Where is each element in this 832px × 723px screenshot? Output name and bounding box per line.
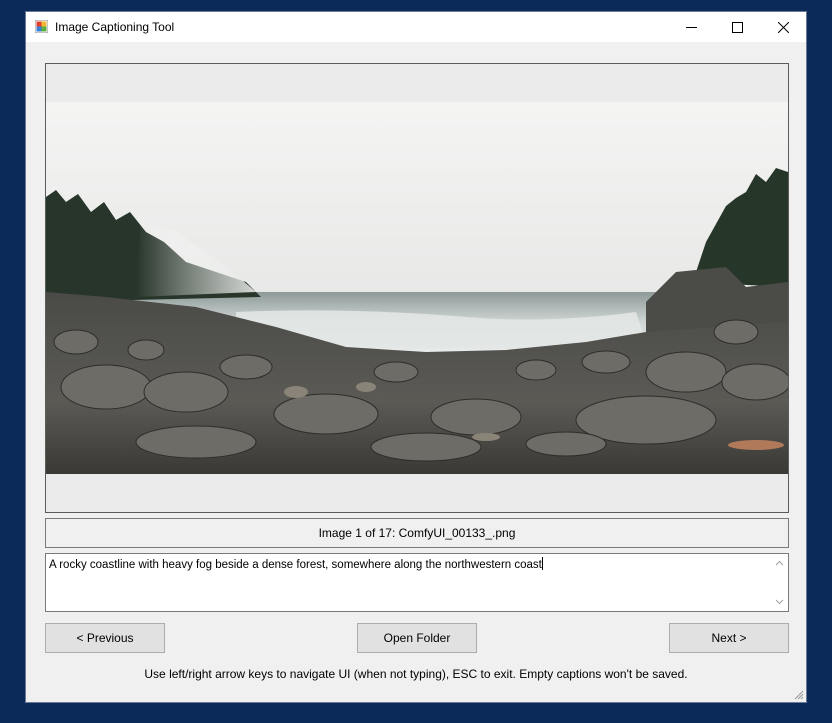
minimize-icon bbox=[685, 26, 697, 28]
scroll-up-icon[interactable] bbox=[775, 559, 784, 568]
open-folder-button[interactable]: Open Folder bbox=[357, 623, 477, 653]
next-button[interactable]: Next > bbox=[669, 623, 789, 653]
resize-grip-icon[interactable] bbox=[792, 688, 804, 700]
caption-scrollbar[interactable] bbox=[771, 554, 788, 611]
image-status: Image 1 of 17: ComfyUI_00133_.png bbox=[45, 518, 789, 548]
title-bar[interactable]: Image Captioning Tool bbox=[26, 12, 806, 42]
close-icon bbox=[777, 21, 789, 33]
minimize-button[interactable] bbox=[668, 12, 714, 42]
help-hint: Use left/right arrow keys to navigate UI… bbox=[144, 667, 688, 681]
text-caret bbox=[541, 557, 543, 570]
window-title: Image Captioning Tool bbox=[55, 20, 175, 34]
image-preview bbox=[46, 102, 788, 474]
close-button[interactable] bbox=[760, 12, 806, 42]
caption-value: A rocky coastline with heavy fog beside … bbox=[49, 559, 542, 571]
status-text: Image 1 of 17: ComfyUI_00133_.png bbox=[318, 526, 516, 540]
app-window: Image Captioning Tool Image 1 of 17: Com… bbox=[25, 11, 807, 703]
image-viewer bbox=[45, 63, 789, 513]
previous-button[interactable]: < Previous bbox=[45, 623, 165, 653]
scroll-down-icon[interactable] bbox=[775, 597, 784, 606]
caption-textarea[interactable]: A rocky coastline with heavy fog beside … bbox=[45, 553, 789, 612]
app-icon bbox=[35, 20, 48, 33]
maximize-icon bbox=[731, 21, 743, 33]
caption-value-wrapper: A rocky coastline with heavy fog beside … bbox=[49, 557, 543, 571]
maximize-button[interactable] bbox=[714, 12, 760, 42]
